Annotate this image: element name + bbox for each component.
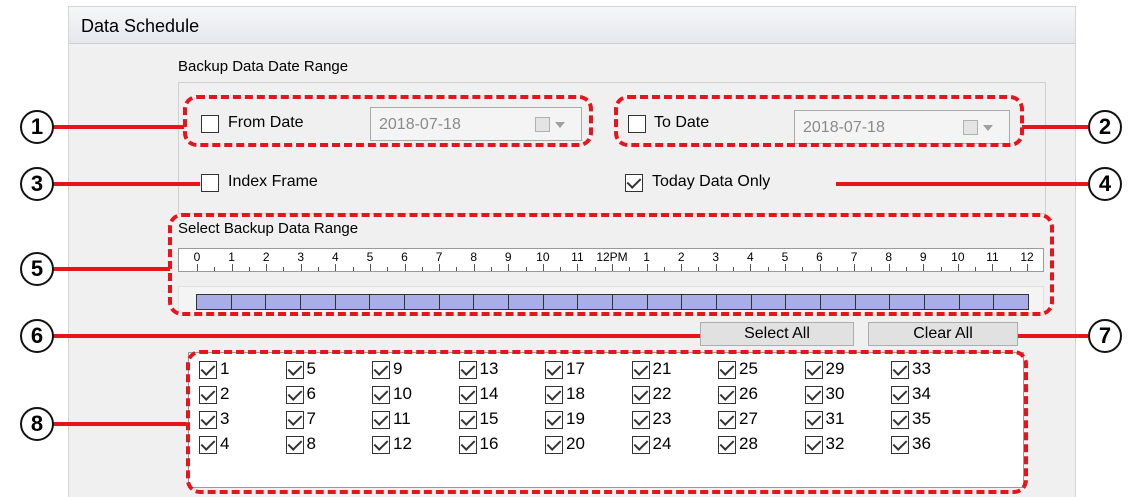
- annotation-box-1: [183, 95, 593, 147]
- callout-2: 2: [1088, 110, 1122, 144]
- panel-title: Data Schedule: [81, 16, 200, 36]
- callout-line-8: [52, 422, 186, 426]
- callout-line-1: [52, 125, 184, 129]
- callout-8: 8: [20, 407, 54, 441]
- callout-line-2: [1022, 125, 1088, 129]
- today-data-only-checkbox[interactable]: [625, 174, 643, 192]
- callout-5: 5: [20, 252, 54, 286]
- annotation-box-8: [186, 350, 1028, 494]
- select-all-button[interactable]: Select All: [700, 322, 854, 346]
- callout-line-7: [1018, 334, 1088, 338]
- index-frame-label: Index Frame: [228, 173, 318, 190]
- callout-line-3: [52, 182, 200, 186]
- callout-3: 3: [20, 167, 54, 201]
- index-frame-checkbox[interactable]: [201, 174, 219, 192]
- clear-all-button[interactable]: Clear All: [868, 322, 1018, 346]
- annotation-box-2: [614, 95, 1024, 147]
- callout-line-4: [836, 182, 1088, 186]
- callout-line-6: [52, 334, 700, 338]
- callout-1: 1: [20, 110, 54, 144]
- today-data-only-label: Today Data Only: [652, 173, 771, 190]
- callout-7: 7: [1088, 319, 1122, 353]
- callout-line-5: [52, 267, 170, 271]
- callout-6: 6: [20, 319, 54, 353]
- panel-header: Data Schedule: [69, 7, 1075, 44]
- callout-4: 4: [1088, 167, 1122, 201]
- date-range-group-label: Backup Data Date Range: [178, 58, 349, 75]
- annotation-box-5: [168, 213, 1054, 316]
